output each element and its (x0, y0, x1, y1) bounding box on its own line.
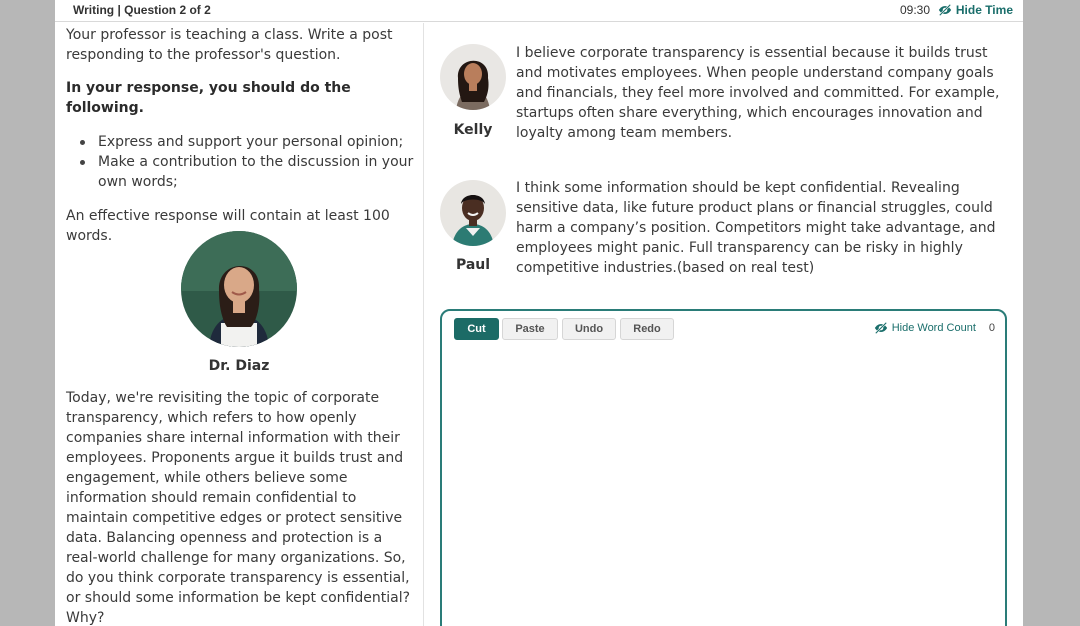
eye-slash-icon (874, 322, 887, 334)
requirements-list: Express and support your personal opinio… (80, 132, 422, 192)
kelly-avatar (440, 44, 506, 110)
word-count-value: 0 (988, 322, 995, 334)
prompt-panel: Your professor is teaching a class. Writ… (66, 23, 422, 626)
timer: 09:30 (899, 3, 930, 17)
hide-word-count-button[interactable]: Hide Word Count (874, 321, 976, 335)
paste-button[interactable]: Paste (502, 318, 558, 340)
undo-button[interactable]: Undo (562, 318, 616, 340)
header-bar: Writing | Question 2 of 2 09:30 Hide Tim… (55, 0, 1023, 22)
hide-time-label: Hide Time (955, 3, 1013, 17)
response-editor: Cut Paste Undo Redo Hide Word Count 0 (440, 309, 1007, 626)
kelly-name: Kelly (453, 122, 493, 138)
column-divider (423, 23, 424, 626)
redo-button[interactable]: Redo (620, 318, 674, 340)
hide-time-button[interactable]: Hide Time (938, 1, 1013, 19)
student-post-kelly: Kelly I believe corporate transparency i… (440, 44, 1010, 154)
paul-avatar (440, 180, 506, 246)
editor-toolbar: Cut Paste Undo Redo Hide Word Count 0 (442, 311, 1005, 349)
eye-slash-icon (938, 4, 951, 16)
list-item: Express and support your personal opinio… (80, 132, 422, 152)
professor-photo (181, 231, 297, 347)
prompt-intro: Your professor is teaching a class. Writ… (66, 27, 393, 63)
response-textarea[interactable] (442, 349, 1005, 626)
requirements-heading: In your response, you should do the foll… (66, 80, 351, 116)
student-post-paul: Paul I think some information should be … (440, 180, 1010, 290)
hide-word-count-label: Hide Word Count (891, 322, 976, 334)
paul-photo (440, 180, 506, 246)
professor-name: Dr. Diaz (208, 358, 270, 374)
cut-button[interactable]: Cut (454, 318, 499, 340)
paul-name: Paul (455, 257, 491, 273)
professor-avatar (181, 231, 297, 347)
page-title: Writing | Question 2 of 2 (73, 3, 211, 17)
kelly-photo (440, 44, 506, 110)
paul-post-text: I think some information should be kept … (516, 180, 996, 276)
writing-page: Writing | Question 2 of 2 09:30 Hide Tim… (55, 0, 1023, 626)
word-count-area: Hide Word Count 0 (874, 321, 995, 335)
kelly-post-text: I believe corporate transparency is esse… (516, 45, 1000, 141)
list-item: Make a contribution to the discussion in… (80, 152, 422, 192)
professor-question: Today, we're revisiting the topic of cor… (66, 390, 411, 626)
